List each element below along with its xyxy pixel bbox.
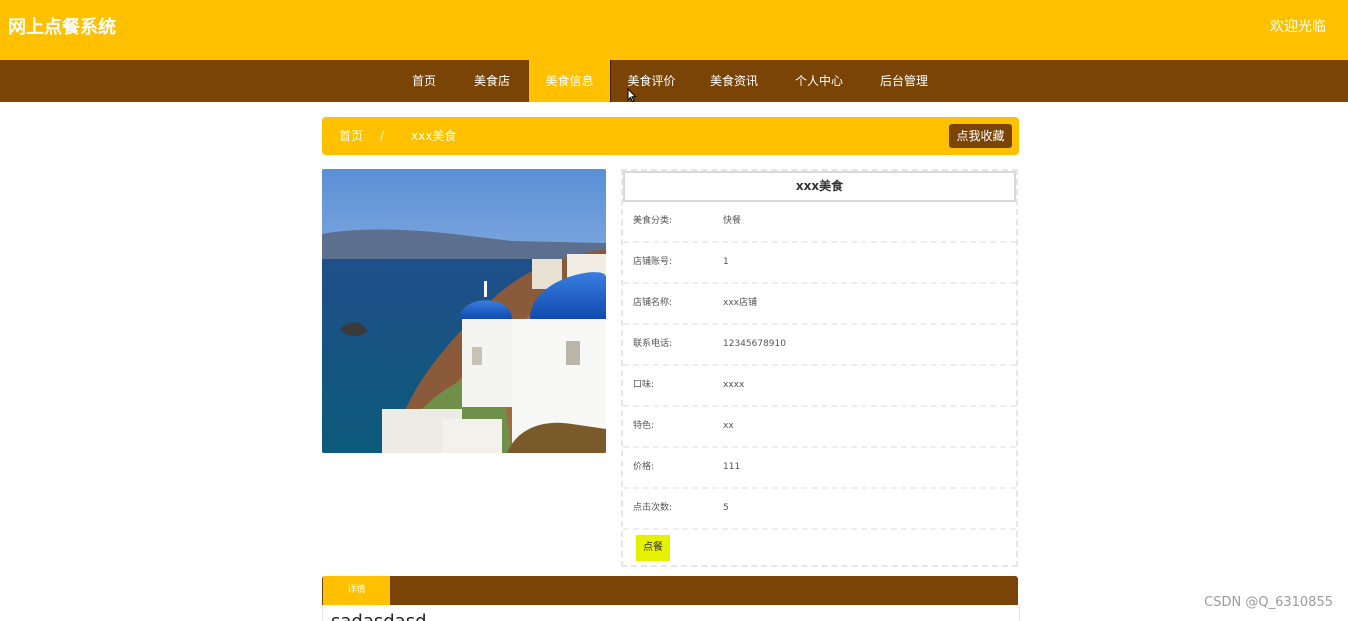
detail-tab-bar: 详情 bbox=[322, 576, 1018, 605]
info-label: 店铺名称: bbox=[633, 298, 673, 308]
breadcrumb: 首页 / xxx美食 点我收藏 bbox=[322, 117, 1019, 155]
info-label: 店铺账号: bbox=[633, 257, 673, 267]
info-row-store-account: 店铺账号: 1 bbox=[623, 243, 1016, 284]
nav-item-home[interactable]: 首页 bbox=[403, 60, 445, 102]
main-nav: 首页 美食店 美食信息 美食评价 美食资讯 个人中心 后台管理 bbox=[0, 60, 1348, 102]
detail-content: sadasdasd bbox=[322, 605, 1020, 621]
santorini-photo-icon bbox=[322, 169, 606, 453]
mouse-cursor-icon bbox=[627, 88, 637, 102]
header-bar: 网上点餐系统 欢迎光临 bbox=[0, 0, 1348, 60]
breadcrumb-current: xxx美食 bbox=[411, 129, 457, 143]
tab-detail[interactable]: 详情 bbox=[323, 576, 390, 605]
info-label: 点击次数: bbox=[633, 503, 673, 513]
info-value: 12345678910 bbox=[723, 339, 786, 349]
info-row-phone: 联系电话: 12345678910 bbox=[623, 325, 1016, 366]
info-row-click-count: 点击次数: 5 bbox=[623, 489, 1016, 530]
nav-item-food-news[interactable]: 美食资讯 bbox=[700, 60, 768, 102]
info-value: xxx店铺 bbox=[723, 298, 757, 308]
nav-item-admin[interactable]: 后台管理 bbox=[870, 60, 938, 102]
info-row-feature: 特色: xx bbox=[623, 407, 1016, 448]
product-image bbox=[322, 169, 606, 453]
info-value: 5 bbox=[723, 503, 729, 513]
info-row-store-name: 店铺名称: xxx店铺 bbox=[623, 284, 1016, 325]
breadcrumb-separator: / bbox=[380, 129, 385, 143]
site-title[interactable]: 网上点餐系统 bbox=[8, 13, 116, 39]
nav-item-food-reviews[interactable]: 美食评价 bbox=[611, 60, 692, 102]
nav-item-personal-center[interactable]: 个人中心 bbox=[785, 60, 853, 102]
info-label: 价格: bbox=[633, 462, 655, 472]
favorite-button[interactable]: 点我收藏 bbox=[949, 124, 1012, 148]
breadcrumb-home[interactable]: 首页 bbox=[339, 117, 363, 155]
nav-item-food-info[interactable]: 美食信息 bbox=[529, 60, 610, 102]
info-value: 111 bbox=[723, 462, 741, 472]
info-label: 口味: bbox=[633, 380, 655, 390]
info-value: xx bbox=[723, 421, 734, 431]
info-row-category: 美食分类: 快餐 bbox=[623, 202, 1016, 243]
info-row-taste: 口味: xxxx bbox=[623, 366, 1016, 407]
info-label: 特色: bbox=[633, 421, 655, 431]
nav-divider bbox=[610, 60, 611, 102]
watermark: CSDN @Q_6310855 bbox=[1204, 595, 1333, 610]
product-title: xxx美食 bbox=[623, 171, 1016, 202]
info-value: 快餐 bbox=[723, 216, 742, 226]
info-value: xxxx bbox=[723, 380, 745, 390]
detail-text: sadasdasd bbox=[331, 611, 427, 621]
info-value: 1 bbox=[723, 257, 729, 267]
info-row-price: 价格: 111 bbox=[623, 448, 1016, 489]
info-label: 联系电话: bbox=[633, 339, 673, 349]
order-button[interactable]: 点餐 bbox=[636, 535, 670, 561]
info-label: 美食分类: bbox=[633, 216, 673, 226]
welcome-text: 欢迎光临 bbox=[1270, 19, 1326, 35]
nav-item-restaurants[interactable]: 美食店 bbox=[464, 60, 520, 102]
product-info-panel: xxx美食 美食分类: 快餐 店铺账号: 1 店铺名称: xxx店铺 联系电话:… bbox=[621, 169, 1018, 567]
